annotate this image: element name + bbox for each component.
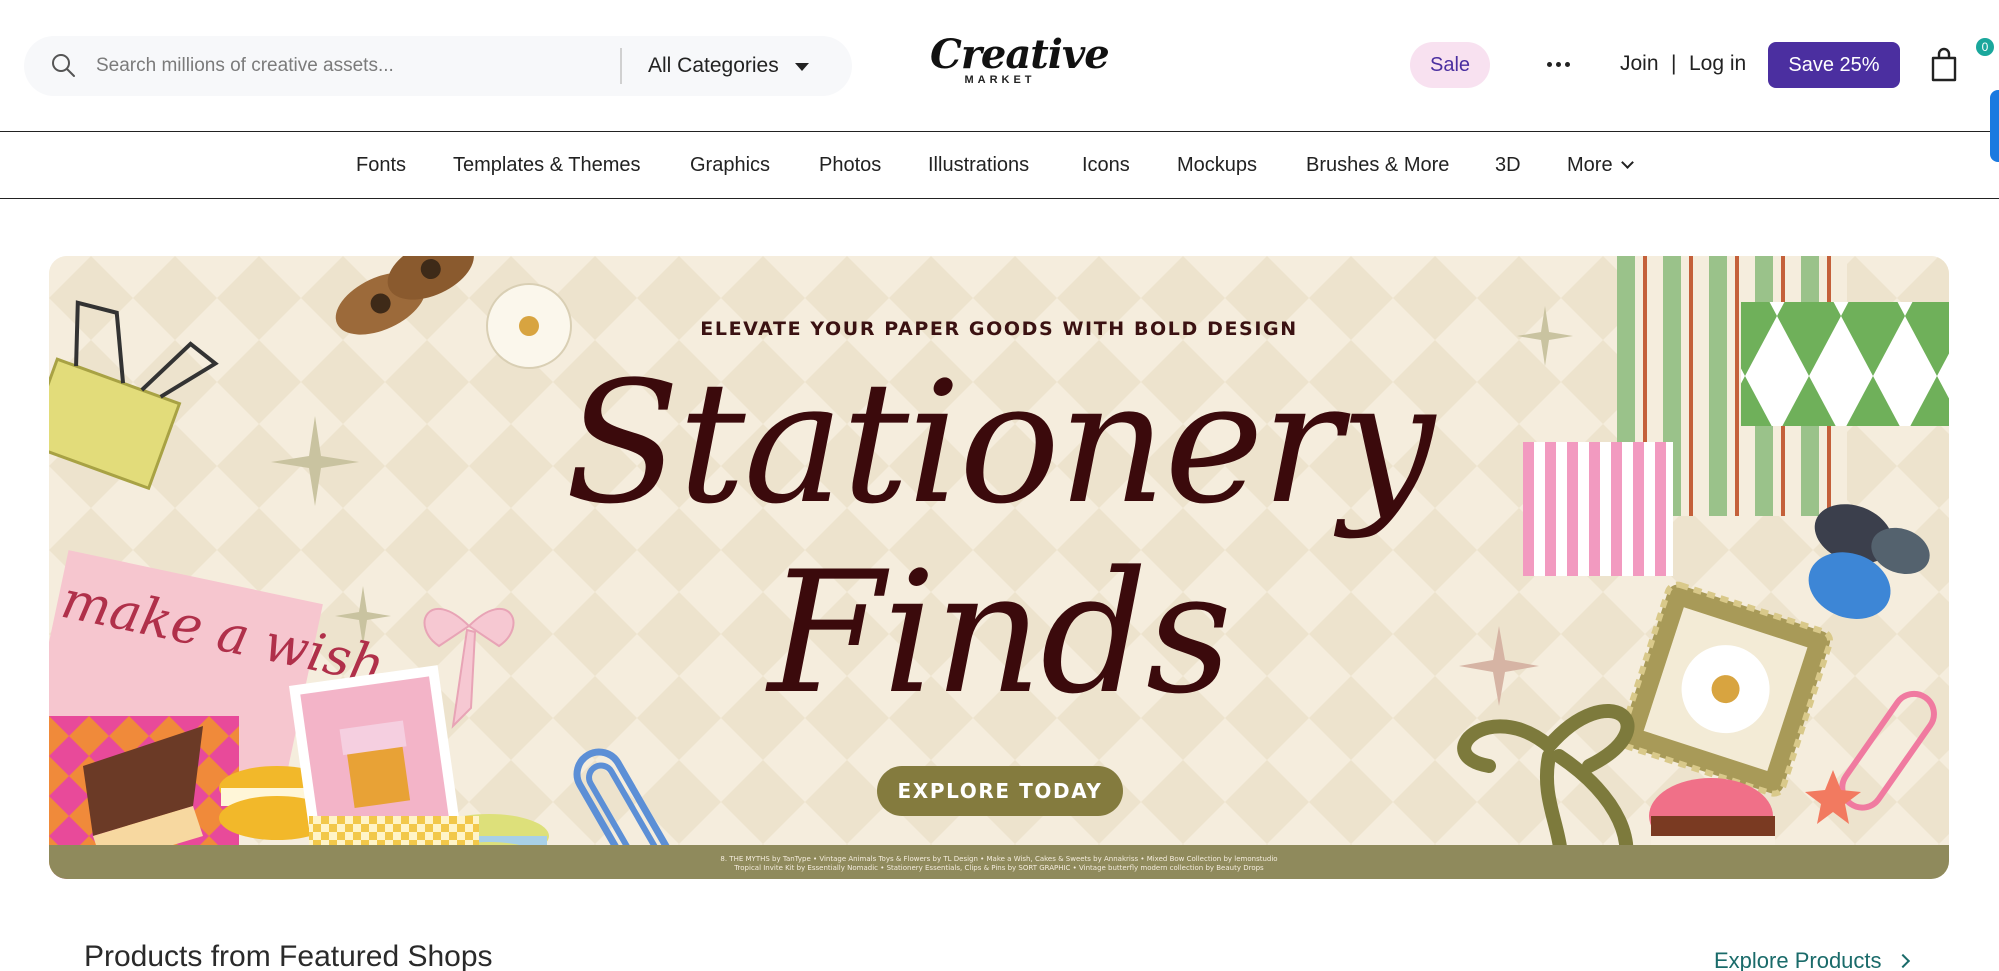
- explore-today-button[interactable]: EXPLORE TODAY: [877, 766, 1123, 816]
- sale-button[interactable]: Sale: [1410, 42, 1490, 88]
- shopping-bag-icon[interactable]: [1928, 44, 1960, 84]
- category-select-label: All Categories: [648, 54, 779, 77]
- nav-item-mockups[interactable]: Mockups: [1177, 154, 1257, 177]
- category-nav: Fonts Templates & Themes Graphics Photos…: [0, 132, 1999, 199]
- site-header: All Categories Creative MARKET Sale Join…: [0, 0, 1999, 162]
- search-divider: [620, 48, 622, 84]
- logo-wordmark: Creative: [930, 31, 1110, 78]
- category-select[interactable]: All Categories: [648, 48, 809, 84]
- auth-separator: |: [1671, 52, 1677, 75]
- caret-down-icon: [794, 63, 809, 71]
- chevron-down-icon: [1620, 156, 1634, 169]
- nav-item-photos[interactable]: Photos: [819, 154, 881, 177]
- nav-item-graphics[interactable]: Graphics: [690, 154, 770, 177]
- creative-market-logo[interactable]: Creative MARKET: [930, 31, 1110, 94]
- banner-eyebrow: ELEVATE YOUR PAPER GOODS WITH BOLD DESIG…: [700, 318, 1298, 340]
- nav-item-fonts[interactable]: Fonts: [356, 154, 406, 177]
- explore-products-label: Explore Products: [1714, 948, 1882, 971]
- banner-headline-line-1: Stationery: [565, 345, 1435, 541]
- nav-item-templates-themes[interactable]: Templates & Themes: [453, 154, 641, 177]
- image-credits: 8. THE MYTHS by TanType • Vintage Animal…: [49, 855, 1949, 873]
- nav-item-brushes-more[interactable]: Brushes & More: [1306, 154, 1449, 177]
- more-dots-icon[interactable]: [1540, 44, 1576, 84]
- nav-item-illustrations[interactable]: Illustrations: [928, 154, 1029, 177]
- credits-line-2: Tropical Invite Kit by Essentially Nomad…: [734, 864, 1264, 872]
- search-icon[interactable]: [50, 52, 78, 80]
- search-input[interactable]: [96, 48, 626, 84]
- cart-count-badge: 0: [1976, 38, 1994, 56]
- nav-item-more[interactable]: More: [1567, 154, 1634, 177]
- save-25-button[interactable]: Save 25%: [1768, 42, 1900, 88]
- search-bar: All Categories: [24, 36, 852, 96]
- explore-products-link[interactable]: Explore Products: [1714, 948, 1910, 971]
- nav-item-3d[interactable]: 3D: [1495, 154, 1521, 177]
- section-title: Products from Featured Shops: [84, 940, 493, 971]
- chevron-right-icon: [1895, 953, 1910, 969]
- credits-line-1: 8. THE MYTHS by TanType • Vintage Animal…: [720, 855, 1278, 863]
- nav-item-icons[interactable]: Icons: [1082, 154, 1130, 177]
- login-link[interactable]: Log in: [1689, 52, 1746, 76]
- join-link[interactable]: Join: [1620, 52, 1659, 76]
- hero-banner[interactable]: make a wish 8. THE MYTHS by TanType • Vi…: [49, 256, 1949, 879]
- nav-item-more-label: More: [1567, 154, 1613, 176]
- banner-headline-line-2: Finds: [767, 535, 1232, 731]
